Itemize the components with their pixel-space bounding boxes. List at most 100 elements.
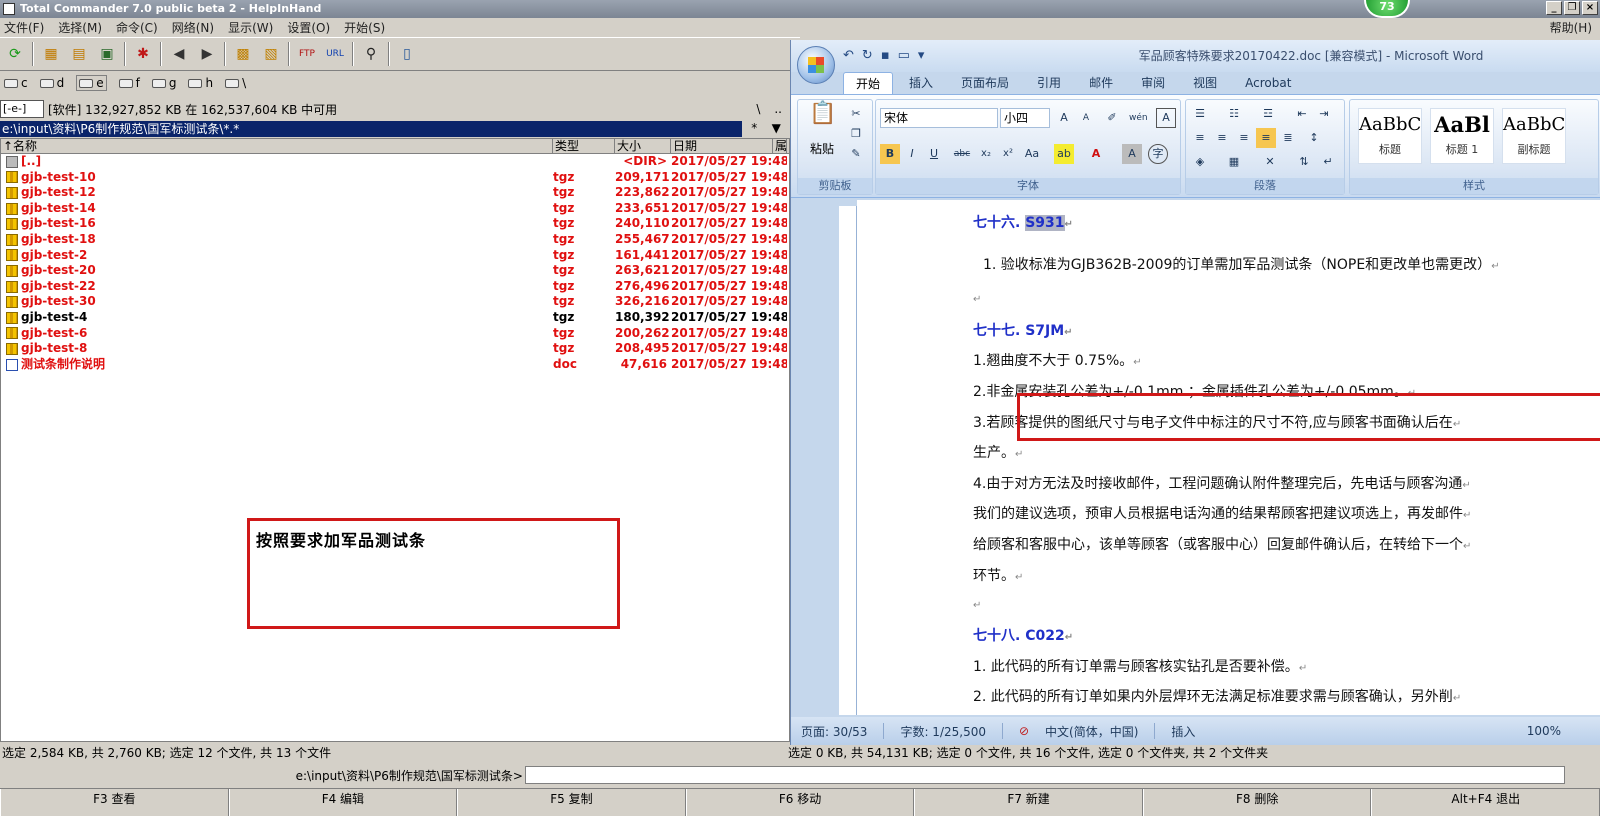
close-button[interactable]: × [1582, 1, 1598, 15]
drive-d-button[interactable]: d [39, 76, 64, 90]
notepad-icon[interactable]: ▯ [396, 43, 418, 65]
save-icon[interactable]: ▪ [881, 48, 890, 63]
doc-paragraph[interactable]: 我们的建议选项，预审人员根据电话沟通的结果帮顾客把建议项选上，再发邮件↵ [973, 503, 1471, 523]
align-right-icon[interactable]: ≡ [1234, 128, 1254, 148]
alt-f4-exit-button[interactable]: Alt+F4 退出 [1371, 789, 1600, 816]
doc-paragraph[interactable]: 1.翘曲度不大于 0.75%。↵ [973, 350, 1142, 370]
minimize-button[interactable]: _ [1546, 1, 1562, 15]
cut-icon[interactable]: ✂ [846, 104, 866, 124]
menu-show[interactable]: 显示(W) [228, 19, 273, 36]
font-color-icon[interactable]: A [1086, 144, 1106, 164]
file-row[interactable]: gjb-test-16 tgz 240,1102017/05/27 19:48-a [1, 216, 789, 232]
menu-net[interactable]: 网络(N) [172, 19, 214, 36]
language-indicator[interactable]: 中文(简体，中国) [1045, 723, 1138, 740]
back-arrow-icon[interactable]: ◀ [168, 43, 190, 65]
tab-acrobat[interactable]: Acrobat [1233, 72, 1303, 94]
file-row[interactable]: gjb-test-14 tgz 233,6512017/05/27 19:48-a [1, 201, 789, 217]
style-title[interactable]: AaBbC 标题 [1358, 108, 1422, 164]
f8-delete-button[interactable]: F8 删除 [1142, 789, 1372, 816]
tab-home[interactable]: 开始 [843, 72, 894, 94]
bold-button[interactable]: B [880, 144, 900, 164]
char-border-icon[interactable]: A [1156, 108, 1176, 128]
doc-heading[interactable]: 七十八. C022↵ [973, 625, 1073, 645]
current-path[interactable]: e:\input\资料\P6制作规范\国军标测试条\*.* [0, 121, 742, 137]
search-binoculars-icon[interactable]: ⚲ [360, 43, 382, 65]
tab-review[interactable]: 审阅 [1129, 72, 1177, 94]
increase-indent-icon[interactable]: ⇥ [1314, 104, 1334, 124]
file-row[interactable]: gjb-test-22 tgz 276,4962017/05/27 19:48-a [1, 279, 789, 295]
drive-g-button[interactable]: g [151, 76, 176, 90]
tab-references[interactable]: 引用 [1025, 72, 1073, 94]
ftp-connect-icon[interactable]: FTP [296, 43, 318, 65]
file-row[interactable]: [..] <DIR> 2017/05/27 19:48-a [1, 154, 789, 170]
tab-mailings[interactable]: 邮件 [1077, 72, 1125, 94]
menu-configuration[interactable]: 设置(O) [287, 19, 330, 36]
undo-icon[interactable]: ↶ [843, 48, 854, 63]
underline-button[interactable]: U [924, 144, 944, 164]
file-row[interactable]: gjb-test-10 tgz 209,1712017/05/27 19:48-a [1, 170, 789, 186]
subscript-button[interactable]: x₂ [976, 144, 996, 164]
drive-c-button[interactable]: c [4, 76, 28, 90]
column-date[interactable]: 日期 [671, 139, 773, 153]
menu-start[interactable]: 开始(S) [344, 19, 385, 36]
bullets-icon[interactable]: ☰ [1190, 104, 1210, 124]
grow-font-icon[interactable]: A [1054, 108, 1074, 128]
style-subtitle[interactable]: AaBbC 副标题 [1502, 108, 1566, 164]
file-row[interactable]: 测试条制作说明 doc 47,616 2017/05/27 19:48-a [1, 357, 789, 373]
file-row[interactable]: gjb-test-12 tgz 223,8622017/05/27 19:48-a [1, 185, 789, 201]
doc-heading[interactable]: 七十七. S7JM↵ [973, 320, 1073, 340]
font-size-select[interactable]: 小四 [1000, 108, 1050, 128]
style-heading1[interactable]: AaBl 标题 1 [1430, 108, 1494, 164]
file-row[interactable]: gjb-test-8 tgz 208,4952017/05/27 19:48-a [1, 341, 789, 357]
history-dropdown-button[interactable]: ▼ [772, 121, 781, 137]
brief-view-icon[interactable]: ▦ [40, 43, 62, 65]
doc-paragraph[interactable]: 1. 此代码的所有订单需与顾客核实钻孔是否要补偿。↵ [973, 656, 1307, 676]
copy-icon[interactable]: ❐ [846, 124, 866, 144]
spellcheck-icon[interactable]: ⊘ [1019, 724, 1029, 738]
f3-view-button[interactable]: F3 查看 [0, 789, 229, 816]
enclose-char-icon[interactable]: 字 [1148, 144, 1168, 164]
f5-copy-button[interactable]: F5 复制 [457, 789, 686, 816]
italic-button[interactable]: I [902, 144, 922, 164]
doc-paragraph[interactable]: 生产。↵ [973, 442, 1023, 462]
borders-icon[interactable]: ▦ [1224, 152, 1244, 172]
pack-files-icon[interactable]: ▩ [232, 43, 254, 65]
file-list-panel[interactable]: ↑名称 类型 大小 日期 属 [..] <DIR> 2017/05/27 19:48… [0, 138, 790, 742]
chinese-layout-icon[interactable]: ✕ [1260, 152, 1280, 172]
char-shading-icon[interactable]: A [1122, 144, 1142, 164]
forward-arrow-icon[interactable]: ▶ [196, 43, 218, 65]
doc-paragraph[interactable]: 2. 此代码的所有订单如果内外层焊环无法满足标准要求需与顾客确认，另外削↵ [973, 686, 1461, 706]
customize-qat-icon[interactable]: ▾ [918, 48, 925, 63]
file-row[interactable]: gjb-test-2 tgz 161,4412017/05/27 19:48-a [1, 248, 789, 264]
numbering-icon[interactable]: ☷ [1224, 104, 1244, 124]
file-row[interactable]: gjb-test-4 tgz 180,3922017/05/27 19:48-a [1, 310, 789, 326]
root-dir-button[interactable]: \ [756, 102, 760, 116]
change-case-icon[interactable]: Aa [1022, 144, 1042, 164]
file-row[interactable]: gjb-test-6 tgz 200,2622017/05/27 19:48-a [1, 326, 789, 342]
doc-blank-line[interactable]: ↵ [973, 596, 981, 612]
file-row[interactable]: gjb-test-18 tgz 255,4672017/05/27 19:48-a [1, 232, 789, 248]
shrink-font-icon[interactable]: A [1076, 108, 1096, 128]
align-left-icon[interactable]: ≡ [1190, 128, 1210, 148]
highlight-icon[interactable]: ab [1054, 144, 1074, 164]
f7-newfolder-button[interactable]: F7 新建 [914, 789, 1143, 816]
distributed-icon[interactable]: ≣ [1278, 128, 1298, 148]
file-row[interactable]: gjb-test-20 tgz 263,6212017/05/27 19:48-a [1, 263, 789, 279]
full-view-icon[interactable]: ▤ [68, 43, 90, 65]
redo-icon[interactable]: ↻ [862, 48, 873, 63]
network-root-button[interactable]: \ [225, 76, 246, 90]
word-count[interactable]: 字数: 1/25,500 [900, 723, 986, 740]
sort-icon[interactable]: ⇅ [1294, 152, 1314, 172]
doc-blank-line[interactable]: ↵ [973, 290, 981, 306]
restore-button[interactable]: ❐ [1564, 1, 1580, 15]
tab-view[interactable]: 视图 [1181, 72, 1229, 94]
drive-h-button[interactable]: h [188, 76, 213, 90]
url-connect-icon[interactable]: URL [324, 43, 346, 65]
shading-icon[interactable]: ◈ [1190, 152, 1210, 172]
parent-dir-button[interactable]: .. [774, 102, 782, 116]
document-page[interactable]: 七十六. S931↵ 1. 验收标准为GJB362B-2009的订单需加军品测试条… [857, 200, 1600, 715]
drive-select[interactable]: [-e-] [0, 100, 44, 118]
insert-mode[interactable]: 插入 [1171, 723, 1195, 740]
superscript-button[interactable]: x² [998, 144, 1018, 164]
f6-move-button[interactable]: F6 移动 [685, 789, 915, 816]
